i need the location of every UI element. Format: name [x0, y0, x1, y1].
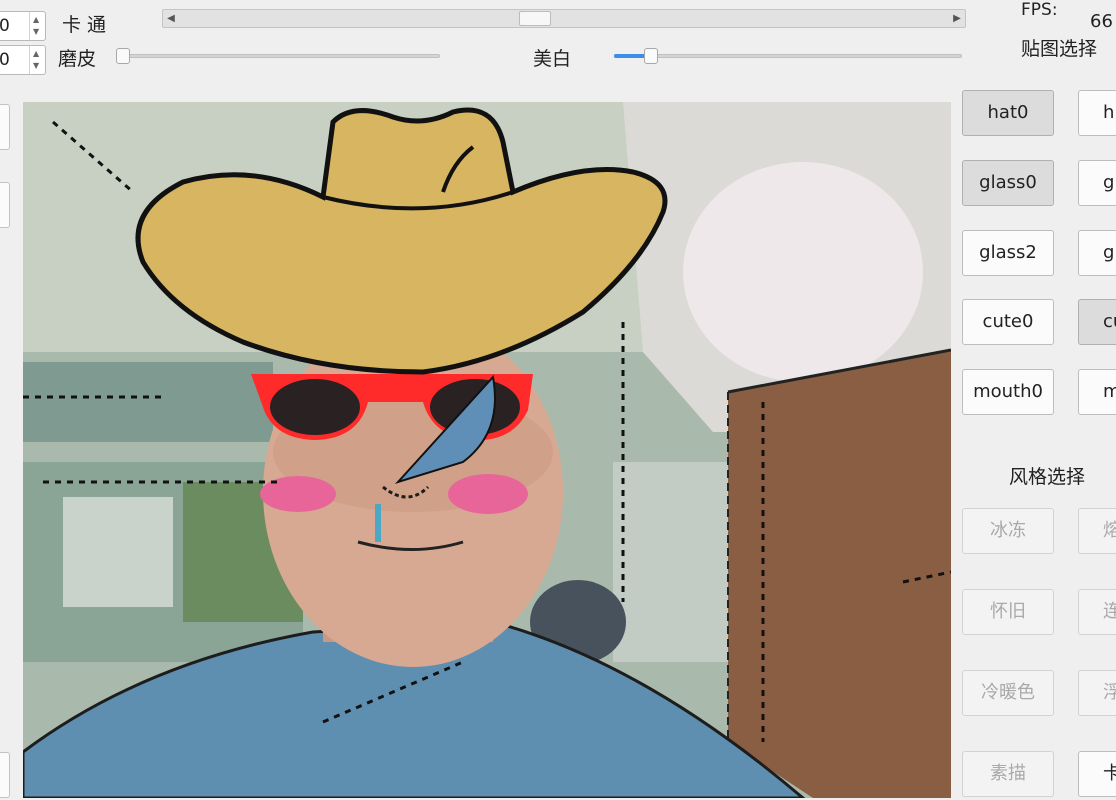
chevron-down-icon[interactable]: ▼ [33, 28, 39, 36]
style-panel-title: 风格选择 [1009, 466, 1086, 488]
chevron-down-icon[interactable]: ▼ [33, 62, 39, 70]
sticker-button-8[interactable]: mouth0 [962, 369, 1054, 415]
sticker-button-0[interactable]: hat0 [962, 90, 1054, 136]
fps-label: FPS: [1021, 0, 1058, 20]
spinbox-arrows[interactable]: ▲ ▼ [29, 12, 45, 40]
style-button-7[interactable]: 卡 [1078, 751, 1116, 797]
slider-handle[interactable] [644, 48, 658, 64]
cartoon-scrollbar[interactable]: ◀ ▶ [162, 9, 966, 28]
whiten-label: 美白 [533, 48, 572, 70]
style-button-0[interactable]: 冰冻 [962, 508, 1054, 554]
left-button-3[interactable] [0, 752, 10, 798]
scroll-right-icon[interactable]: ▶ [949, 10, 965, 27]
fps-value: 66 [1090, 11, 1113, 32]
sticker-button-9[interactable]: mo [1078, 369, 1116, 415]
sticker-button-3[interactable]: gla [1078, 160, 1116, 206]
left-button-1[interactable] [0, 104, 10, 150]
spinbox-arrows[interactable]: ▲ ▼ [29, 46, 45, 74]
smooth-slider[interactable] [116, 46, 440, 66]
style-button-2[interactable]: 怀旧 [962, 589, 1054, 635]
chevron-up-icon[interactable]: ▲ [33, 50, 39, 58]
cartoon-spinbox[interactable]: 0 ▲ ▼ [0, 11, 46, 41]
sticker-button-7[interactable]: cu [1078, 299, 1116, 345]
smooth-label: 磨皮 [58, 48, 97, 70]
scrollbar-thumb[interactable] [519, 11, 551, 26]
style-button-1[interactable]: 熔 [1078, 508, 1116, 554]
sticker-button-4[interactable]: glass2 [962, 230, 1054, 276]
style-button-6[interactable]: 素描 [962, 751, 1054, 797]
whiten-slider[interactable] [614, 46, 962, 66]
style-button-5[interactable]: 浮 [1078, 670, 1116, 716]
sticker-panel-title: 贴图选择 [1021, 38, 1098, 60]
slider-fill [614, 54, 648, 58]
left-button-2[interactable] [0, 182, 10, 228]
slider-groove [614, 54, 962, 58]
slider-handle[interactable] [116, 48, 130, 64]
cartoon-label: 卡 通 [62, 14, 107, 36]
smooth-spinbox[interactable]: 0 ▲ ▼ [0, 45, 46, 75]
sticker-button-5[interactable]: gla [1078, 230, 1116, 276]
slider-groove [116, 54, 440, 58]
camera-frame-image [23, 102, 951, 798]
sticker-button-2[interactable]: glass0 [962, 160, 1054, 206]
smooth-spinbox-value: 0 [0, 50, 10, 70]
chevron-up-icon[interactable]: ▲ [33, 16, 39, 24]
sticker-button-1[interactable]: h [1078, 90, 1116, 136]
sticker-button-6[interactable]: cute0 [962, 299, 1054, 345]
cartoon-spinbox-value: 0 [0, 16, 10, 36]
style-button-3[interactable]: 连 [1078, 589, 1116, 635]
camera-preview [23, 102, 951, 798]
scroll-left-icon[interactable]: ◀ [163, 10, 179, 27]
style-button-4[interactable]: 冷暖色 [962, 670, 1054, 716]
